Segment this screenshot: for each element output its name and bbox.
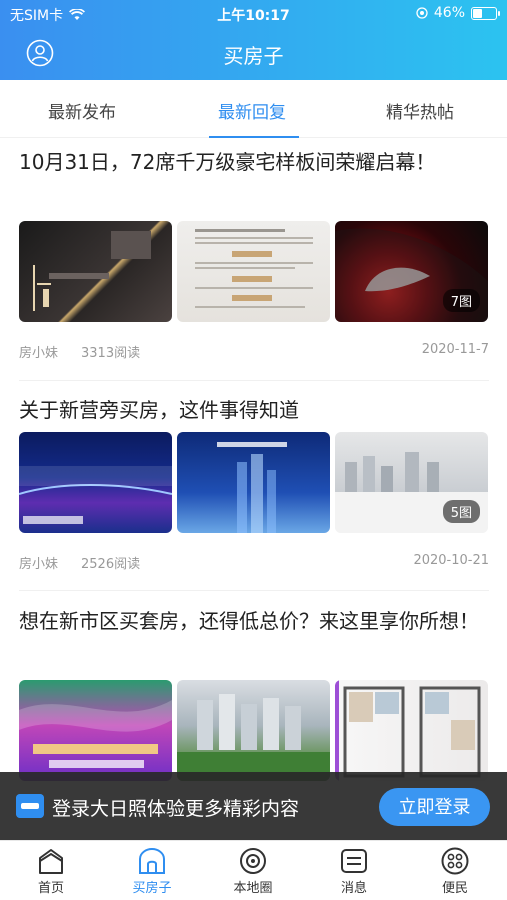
tab-latest-replies[interactable]: 最新回复 [218, 98, 286, 123]
app-screen: 无SIM卡 上午10:17 46% 买房子 最新发布 最新回复 精华热帖 10月… [0, 0, 507, 900]
article-thumbnails[interactable]: 5图 [19, 432, 489, 533]
thumbnail-image[interactable] [335, 680, 488, 781]
home-icon [39, 849, 63, 874]
thumbnail-image[interactable] [177, 221, 330, 322]
image-count-badge: 7图 [442, 289, 480, 312]
skyline-art [217, 442, 287, 533]
divider [19, 380, 489, 381]
app-logo-icon [16, 794, 44, 818]
tabbar-label: 便民 [441, 881, 468, 896]
tabbar-label: 消息 [340, 881, 367, 896]
article-title[interactable]: 关于新营旁买房，这件事得知道 [19, 394, 489, 426]
article-date: 2020-11-7 [421, 342, 489, 357]
article-reads: 3313阅读 [81, 346, 141, 361]
tabbar-label: 首页 [37, 881, 64, 896]
tab-latest-posts[interactable]: 最新发布 [48, 98, 116, 123]
login-banner: 登录大日照体验更多精彩内容 立即登录 [0, 772, 507, 840]
status-bar: 无SIM卡 上午10:17 46% [0, 0, 507, 28]
article-thumbnails[interactable] [19, 680, 489, 781]
circle-icon [240, 848, 266, 874]
content-tabs: 最新发布 最新回复 精华热帖 [0, 80, 507, 138]
thumbnail-image[interactable] [19, 680, 172, 781]
tabbar-item-messages[interactable]: 消息 [314, 847, 394, 896]
divider [19, 590, 489, 591]
document-art [195, 229, 313, 308]
orientation-lock-icon [416, 7, 428, 19]
thumbnail-image[interactable]: 7图 [335, 221, 488, 322]
thumbnail-image[interactable] [177, 432, 330, 533]
thumbnail-image[interactable]: 5图 [335, 432, 488, 533]
promo-banner-art [19, 466, 172, 524]
article-title[interactable]: 10月31日，72席千万级豪宅样板间荣耀启幕！ [19, 146, 489, 178]
tabbar-item-local-circle[interactable]: 本地圈 [213, 847, 293, 896]
grid-icon [441, 847, 469, 875]
article-reads: 2526阅读 [81, 557, 141, 572]
article-author: 房小妹 [19, 557, 59, 572]
tab-featured[interactable]: 精华热帖 [386, 98, 454, 123]
tabbar-label: 买房子 [132, 881, 172, 896]
article-thumbnails[interactable]: 7图 [19, 221, 489, 322]
status-right: 46% [416, 5, 500, 21]
message-icon [341, 849, 367, 873]
bottom-tab-bar: 首页 买房子 本地圈 消息 便民 [0, 840, 507, 900]
battery-percent: 46% [433, 5, 465, 21]
thumbnail-image[interactable] [19, 221, 172, 322]
apartment-promo-art [19, 700, 172, 768]
article-date: 2020-10-21 [413, 553, 489, 568]
active-tab-indicator [209, 136, 299, 138]
tabbar-item-buy-house[interactable]: 买房子 [112, 847, 192, 896]
tabbar-item-services[interactable]: 便民 [415, 847, 495, 896]
tabbar-item-home[interactable]: 首页 [11, 847, 91, 896]
residential-towers-art [177, 694, 330, 781]
thumbnail-image[interactable] [19, 432, 172, 533]
page-title: 买房子 [223, 44, 284, 68]
tabbar-label: 本地圈 [233, 881, 273, 896]
login-prompt-text: 登录大日照体验更多精彩内容 [52, 798, 300, 820]
article-author: 房小妹 [19, 346, 59, 361]
house-icon [139, 847, 165, 874]
image-count-badge: 5图 [442, 500, 480, 523]
login-button[interactable]: 立即登录 [379, 788, 490, 826]
battery-icon [471, 6, 500, 20]
floor-plan-art [335, 680, 481, 781]
article-title[interactable]: 想在新市区买套房，还得低总价？来这里享你所想！ [19, 605, 489, 637]
thumbnail-image[interactable] [177, 680, 330, 781]
header: 无SIM卡 上午10:17 46% 买房子 [0, 0, 507, 80]
showroom-art [33, 231, 151, 311]
